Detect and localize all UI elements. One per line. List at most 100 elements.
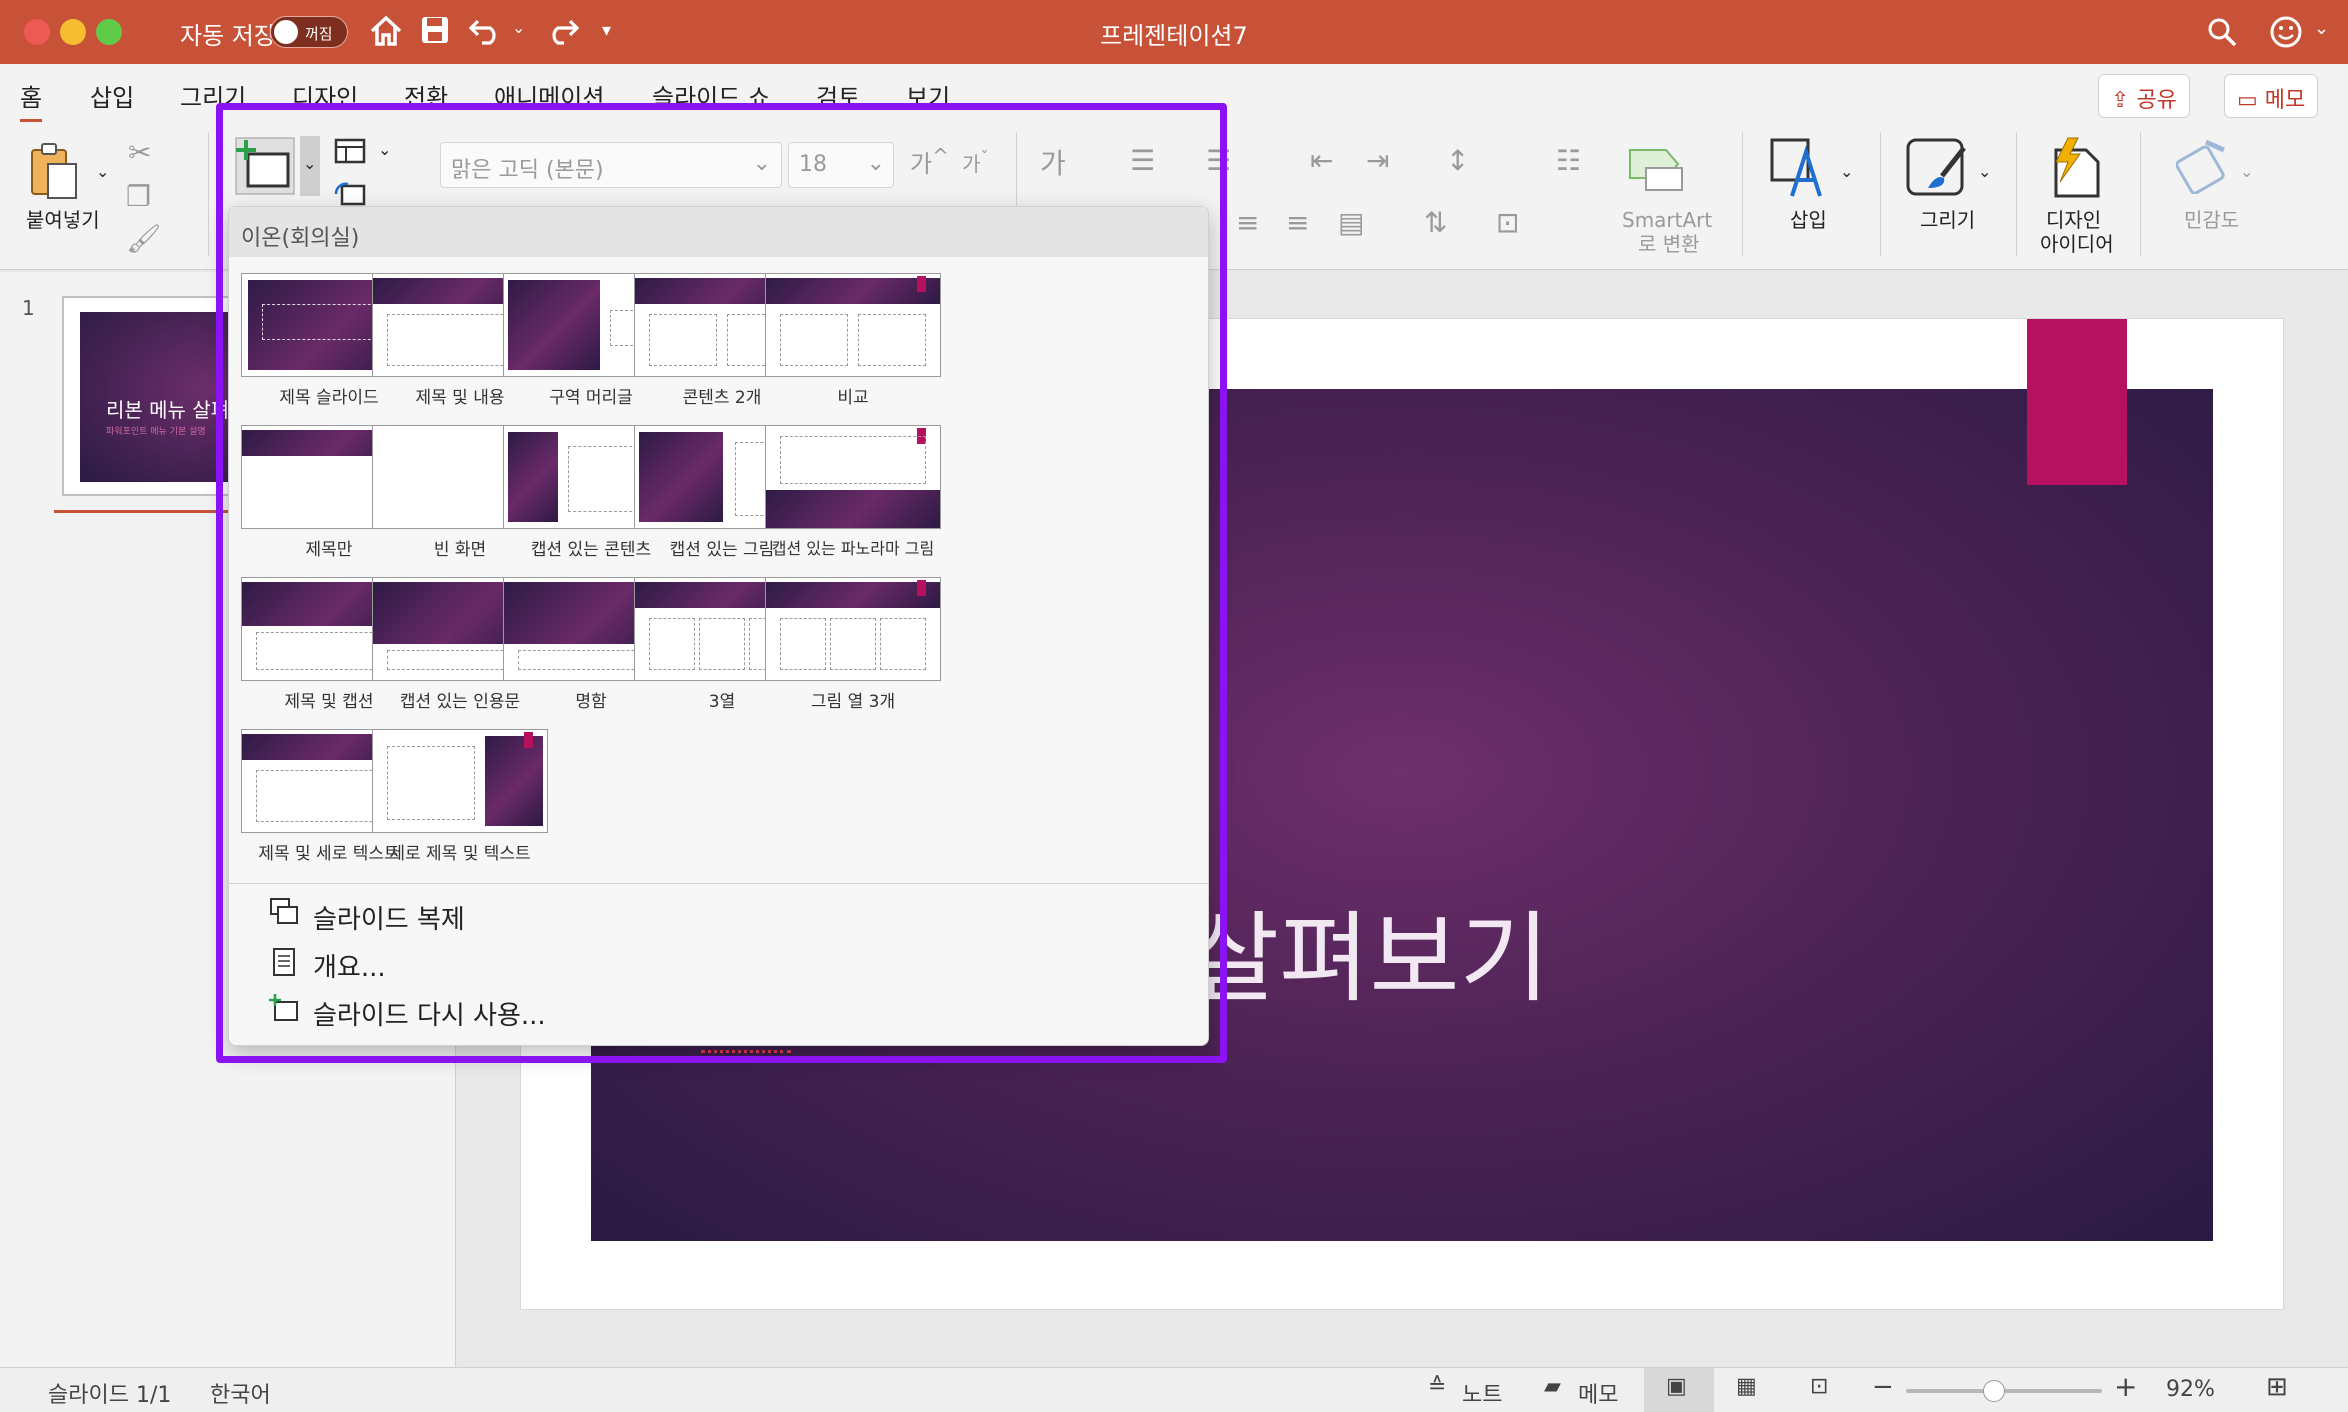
copy-icon[interactable]: ❐ <box>126 180 151 213</box>
reuse-slides-icon <box>269 994 298 1021</box>
draw-canvas-icon[interactable] <box>1906 138 1968 200</box>
new-slide-icon[interactable] <box>234 136 296 196</box>
layout-dropdown-icon[interactable]: ⌄ <box>378 140 391 159</box>
draw-label: 그리기 <box>1920 208 1976 232</box>
share-button[interactable]: ⇪ 공유 <box>2098 74 2190 118</box>
feedback-dropdown-icon[interactable]: ⌄ <box>2314 18 2329 39</box>
autosave-toggle[interactable]: 꺼짐 <box>270 16 348 48</box>
increase-indent-icon[interactable]: ⇥ <box>1366 144 1389 177</box>
font-grow-label: 가 <box>910 150 933 178</box>
sensitivity-dropdown-icon[interactable]: ⌄ <box>2240 162 2253 181</box>
slide-title[interactable]: 살펴보기 <box>1189 879 1550 1021</box>
layout-label: 세로 제목 및 텍스트 <box>389 844 531 864</box>
layout-theme-header: 이온(회의실) <box>229 207 1208 257</box>
smartart-icon[interactable] <box>1626 144 1686 194</box>
justify-icon[interactable]: ▤ <box>1338 206 1364 239</box>
font-shrink-icon[interactable]: 가ˇ <box>962 148 989 177</box>
tab-draw[interactable]: 그리기 <box>180 78 246 113</box>
autosave-state: 꺼짐 <box>305 25 333 43</box>
zoom-slider[interactable] <box>1906 1380 2102 1402</box>
smiley-feedback-icon[interactable] <box>2268 14 2304 50</box>
undo-dropdown-icon[interactable]: ⌄ <box>512 18 525 37</box>
notes-button[interactable]: 노트 <box>1462 1377 1502 1409</box>
duplicate-slide-icon <box>270 898 298 924</box>
undo-icon[interactable] <box>468 15 508 45</box>
tab-insert[interactable]: 삽입 <box>90 78 134 113</box>
zoom-slider-knob[interactable] <box>1983 1380 2006 1402</box>
duplicate-slide-item[interactable]: 슬라이드 복제 <box>313 899 465 936</box>
align-right-icon[interactable]: ≡ <box>1286 206 1309 239</box>
redo-icon[interactable] <box>544 15 580 45</box>
layout-label: 그림 열 3개 <box>810 692 896 712</box>
paste-dropdown-icon[interactable]: ⌄ <box>96 162 109 181</box>
zoom-level[interactable]: 92% <box>2166 1377 2215 1402</box>
tab-design[interactable]: 디자인 <box>292 78 358 113</box>
title-bar: 자동 저장 꺼짐 ⌄ ▾ 프레젠테이션7 ⌄ <box>0 0 2348 64</box>
slide-sorter-icon[interactable]: ▦ <box>1736 1374 1757 1399</box>
tab-animations[interactable]: 애니메이션 <box>494 78 604 113</box>
sensitivity-icon[interactable] <box>2176 138 2230 194</box>
layout-three-picture-column[interactable] <box>765 577 941 681</box>
tab-slideshow[interactable]: 슬라이드 쇼 <box>652 78 770 113</box>
draw-dropdown-icon[interactable]: ⌄ <box>1978 162 1991 181</box>
zoom-out-icon[interactable]: − <box>1872 1372 1894 1402</box>
save-icon[interactable] <box>420 15 450 45</box>
layout-vertical-title-text[interactable] <box>372 729 548 833</box>
slide-count: 슬라이드 1/1 <box>48 1383 172 1408</box>
designer-ideas-icon[interactable] <box>2048 136 2102 200</box>
comments-status-icon: ▰ <box>1544 1374 1561 1399</box>
columns-icon[interactable]: ☷ <box>1556 144 1581 177</box>
layout-icon[interactable] <box>334 138 370 166</box>
font-grow-icon[interactable]: 가^ <box>910 144 949 179</box>
zoom-in-icon[interactable]: + <box>2114 1370 2137 1403</box>
decrease-indent-icon[interactable]: ⇤ <box>1310 144 1333 177</box>
search-icon[interactable] <box>2206 16 2238 48</box>
share-label: 공유 <box>2136 88 2177 113</box>
font-name-select[interactable]: 맑은 고딕 (본문) ⌄ <box>440 142 782 188</box>
home-icon[interactable] <box>368 14 404 48</box>
paste-icon[interactable] <box>28 142 80 202</box>
new-slide-group: ⌄ <box>228 130 348 206</box>
tab-review[interactable]: 검토 <box>816 78 860 113</box>
reuse-slides-item[interactable]: 슬라이드 다시 사용... <box>313 995 546 1032</box>
smartart-label-2: 로 변환 <box>1638 232 1700 256</box>
normal-view-icon: ▣ <box>1666 1374 1687 1399</box>
comments-button[interactable]: ▭ 메모 <box>2224 74 2319 118</box>
insert-textbox-icon[interactable] <box>1770 138 1826 198</box>
tab-transitions[interactable]: 전환 <box>404 78 448 113</box>
reset-slide-icon[interactable] <box>334 180 368 208</box>
close-window-button[interactable] <box>24 19 50 45</box>
line-spacing-icon[interactable]: ↕ <box>1446 144 1469 177</box>
font-size-value: 18 <box>799 152 827 177</box>
outline-item[interactable]: 개요... <box>313 947 386 984</box>
cut-icon[interactable]: ✂ <box>128 136 151 169</box>
insert-dropdown-icon[interactable]: ⌄ <box>1840 162 1853 181</box>
new-slide-dropdown-button[interactable]: ⌄ <box>300 136 320 196</box>
font-shrink-label: 가 <box>962 152 981 176</box>
fullscreen-window-button[interactable] <box>96 19 122 45</box>
customize-toolbar-icon[interactable]: ▾ <box>602 20 611 41</box>
tab-view[interactable]: 보기 <box>906 78 950 113</box>
insert-label: 삽입 <box>1790 208 1827 232</box>
layout-panoramic-caption[interactable] <box>765 425 941 529</box>
format-painter-icon[interactable]: 🖌 <box>126 222 162 255</box>
minimize-window-button[interactable] <box>60 19 86 45</box>
align-center-icon[interactable]: ≡ <box>1236 206 1259 239</box>
text-direction-icon[interactable]: ⇅ <box>1424 206 1447 239</box>
layout-label: 비교 <box>837 388 869 408</box>
document-title: 프레젠테이션7 <box>1100 22 1248 50</box>
align-text-icon[interactable]: ⊡ <box>1496 206 1519 239</box>
numbering-icon[interactable]: ☰ <box>1206 144 1231 177</box>
tab-home[interactable]: 홈 <box>20 78 43 123</box>
font-size-select[interactable]: 18 ⌄ <box>788 142 894 188</box>
layout-comparison[interactable] <box>765 273 941 377</box>
bullets-icon[interactable]: ☰ <box>1130 144 1155 177</box>
presenter-view-icon[interactable]: ⊡ <box>1810 1374 1828 1399</box>
normal-view-button[interactable]: ▣ <box>1644 1368 1714 1412</box>
fit-to-window-icon[interactable]: ⊞ <box>2266 1372 2288 1402</box>
language[interactable]: 한국어 <box>210 1377 271 1409</box>
layout-label: 캡션 있는 파노라마 그림 <box>771 539 935 558</box>
comments-status-button[interactable]: 메모 <box>1578 1377 1618 1409</box>
notes-icon: ≙ <box>1428 1374 1447 1399</box>
clear-formatting-icon[interactable]: 가 <box>1040 142 1066 182</box>
